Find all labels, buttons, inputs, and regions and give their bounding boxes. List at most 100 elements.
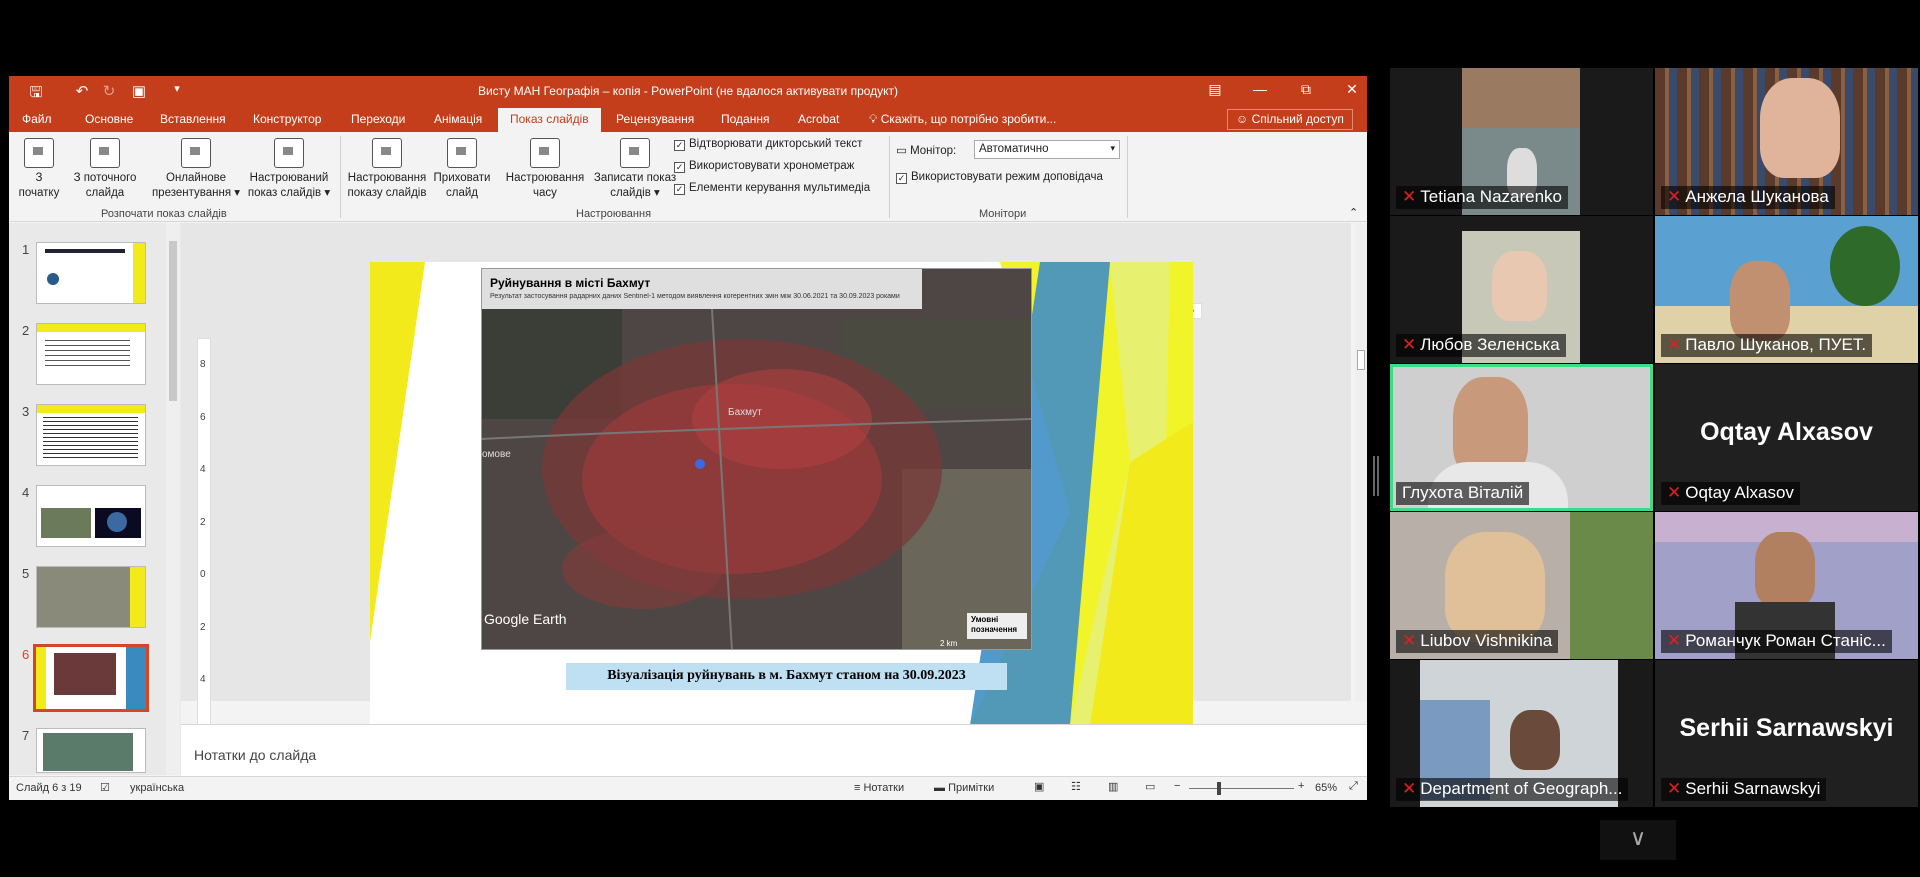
normal-view-icon[interactable]: ▣: [1034, 780, 1044, 793]
legend-line: позначення: [971, 625, 1018, 634]
collapse-ribbon-icon[interactable]: ⌃: [1349, 206, 1358, 219]
thumb-art: [45, 249, 125, 253]
label: показ слайдів: [247, 187, 322, 199]
slide-scrollbar[interactable]: [1355, 223, 1367, 701]
slide-thumbnail-3[interactable]: [36, 404, 146, 466]
participant-tile[interactable]: ✕ Liubov Vishnikina: [1390, 512, 1653, 659]
thumb-number: 1: [22, 242, 30, 257]
tab-slideshow[interactable]: Показ слайдів: [498, 108, 601, 132]
participant-name: ✕ Павло Шуканов, ПУЕТ.: [1661, 334, 1873, 357]
media-controls-checkbox[interactable]: ✓ Елементи керування мультимедіа: [674, 182, 870, 195]
timings-checkbox[interactable]: ✓ Використовувати хронометраж: [674, 160, 854, 173]
ruler-tick-label: 0: [200, 569, 206, 580]
label: Використовувати режим доповідача: [911, 171, 1103, 183]
slide-counter: Слайд 6 з 19: [16, 782, 82, 794]
slide-thumbnail-7[interactable]: [36, 728, 146, 773]
participant-tile[interactable]: Oqtay Alxasov ✕ Oqtay Alxasov: [1655, 364, 1918, 511]
notes-pane[interactable]: Нотатки до слайда: [181, 724, 1367, 780]
scroll-thumb[interactable]: [1357, 350, 1365, 370]
participant-tile[interactable]: Serhii Sarnawskyi ✕ Serhii Sarnawskyi: [1655, 660, 1918, 807]
split-resize-handle[interactable]: [1373, 456, 1379, 496]
slide-thumbnail-5[interactable]: [36, 566, 146, 628]
rehearse-timings-button[interactable]: Настроювання часу: [499, 138, 591, 201]
map-title-banner: Руйнування в місті Бахмут Результат заст…: [482, 269, 922, 309]
tab-review[interactable]: Рецензування: [616, 112, 694, 126]
participant-name: Глухота Віталій: [1396, 482, 1530, 505]
close-icon[interactable]: ✕: [1337, 81, 1367, 98]
restore-icon[interactable]: ⧉: [1291, 81, 1321, 98]
fit-to-window-icon[interactable]: ⤢: [1349, 780, 1358, 793]
presenter-view-checkbox[interactable]: ✓ Використовувати режим доповідача: [896, 171, 1103, 184]
participant-tile[interactable]: ✕ Анжела Шуканова: [1655, 68, 1918, 215]
zoom-out-icon[interactable]: −: [1174, 780, 1180, 792]
checkmark-icon: ✓: [674, 184, 685, 195]
from-beginning-button[interactable]: З початку: [15, 138, 63, 201]
slideshow-icon[interactable]: ▭: [1145, 780, 1155, 793]
thumb-art: [43, 733, 133, 771]
minimize-icon[interactable]: —: [1245, 81, 1275, 97]
tab-insert[interactable]: Вставлення: [160, 112, 226, 126]
hide-slide-button[interactable]: Приховати слайд: [427, 138, 497, 201]
tab-file[interactable]: Файл: [22, 112, 52, 126]
tab-acrobat[interactable]: Acrobat: [798, 112, 839, 126]
status-bar: Слайд 6 з 19 ☑ українська ≡ Нотатки ▬ Пр…: [9, 776, 1367, 800]
slide-thumbnail-1[interactable]: [36, 242, 146, 304]
tab-transitions[interactable]: Переходи: [351, 112, 405, 126]
tell-me-search[interactable]: 💡︎ Скажіть, що потрібно зробити...: [869, 112, 1056, 127]
divider: [889, 136, 890, 218]
slide-thumbnail-4[interactable]: [36, 485, 146, 547]
record-icon: [620, 138, 650, 168]
map-legend: Умовні позначення: [967, 613, 1027, 639]
group-label-monitors: Монітори: [979, 208, 1027, 220]
participant-name-placeholder: Serhii Sarnawskyi: [1679, 714, 1894, 742]
tab-view[interactable]: Подання: [721, 112, 769, 126]
monitor-select[interactable]: Автоматично ▾: [974, 140, 1120, 159]
spellcheck-icon[interactable]: ☑: [100, 781, 110, 794]
ribbon-options-icon[interactable]: ▤: [1200, 81, 1230, 98]
satellite-map-image[interactable]: Руйнування в місті Бахмут Результат заст…: [481, 268, 1032, 650]
thumb-art: [37, 405, 145, 413]
gallery-chevron-down-icon[interactable]: ∨: [1600, 820, 1676, 860]
slide-thumbnail-2[interactable]: [36, 323, 146, 385]
participant-tile[interactable]: ✕ Любов Зеленська: [1390, 216, 1653, 363]
comments-toggle[interactable]: ▬ Примітки: [934, 782, 994, 794]
thumbnails-scrollbar[interactable]: [166, 223, 180, 775]
participant-tile[interactable]: ✕ Романчук Роман Станіс...: [1655, 512, 1918, 659]
hide-slide-icon: [447, 138, 477, 168]
slide-thumbnail-6[interactable]: [33, 644, 149, 712]
participant-tile-active-speaker[interactable]: Глухота Віталій: [1390, 364, 1653, 511]
name-text: Павло Шуканов, ПУЕТ.: [1685, 335, 1867, 354]
muted-mic-icon: ✕: [1667, 631, 1682, 650]
reading-view-icon[interactable]: ▥: [1108, 780, 1118, 793]
name-text: Liubov Vishnikina: [1420, 631, 1553, 650]
slide-sorter-icon[interactable]: ☷: [1071, 780, 1081, 793]
from-current-button[interactable]: З поточного слайда: [63, 138, 147, 201]
muted-mic-icon: ✕: [1667, 187, 1682, 206]
record-show-button[interactable]: Записати показ слайдів ▾: [587, 138, 683, 201]
participant-tile[interactable]: ✕ Павло Шуканов, ПУЕТ.: [1655, 216, 1918, 363]
tab-design[interactable]: Конструктор: [253, 112, 321, 126]
zoom-level[interactable]: 65%: [1315, 782, 1337, 794]
thumb-art: [37, 324, 145, 332]
label: Настроювання: [505, 172, 585, 184]
tab-home[interactable]: Основне: [85, 112, 133, 126]
ribbon-tabs: Файл Основне Вставлення Конструктор Пере…: [9, 106, 1367, 132]
monitor-label: ▭ Монітор:: [896, 143, 956, 157]
zoom-slider[interactable]: [1189, 788, 1294, 789]
label: Нотатки: [863, 782, 905, 794]
language-label[interactable]: українська: [130, 782, 184, 794]
participant-tile[interactable]: ✕ Department of Geograph...: [1390, 660, 1653, 807]
setup-show-button[interactable]: Настроювання показу слайдів: [342, 138, 432, 201]
notes-toggle[interactable]: ≡ Нотатки: [854, 782, 904, 794]
zoom-slider-handle[interactable]: [1217, 782, 1221, 795]
online-present-button[interactable]: Онлайнове презентування ▾: [146, 138, 246, 201]
scroll-thumb[interactable]: [169, 241, 177, 401]
muted-mic-icon: ✕: [1402, 779, 1417, 798]
narration-checkbox[interactable]: ✓ Відтворювати дикторський текст: [674, 138, 862, 151]
tab-animations[interactable]: Анімація: [434, 112, 482, 126]
share-button[interactable]: ☺ Спільний доступ: [1227, 109, 1353, 130]
participant-tile[interactable]: ✕ Tetiana Nazarenko: [1390, 68, 1653, 215]
monitor-icon: ▭: [896, 145, 911, 157]
zoom-in-icon[interactable]: +: [1298, 780, 1304, 792]
custom-show-button[interactable]: Настроюваний показ слайдів ▾: [237, 138, 341, 201]
